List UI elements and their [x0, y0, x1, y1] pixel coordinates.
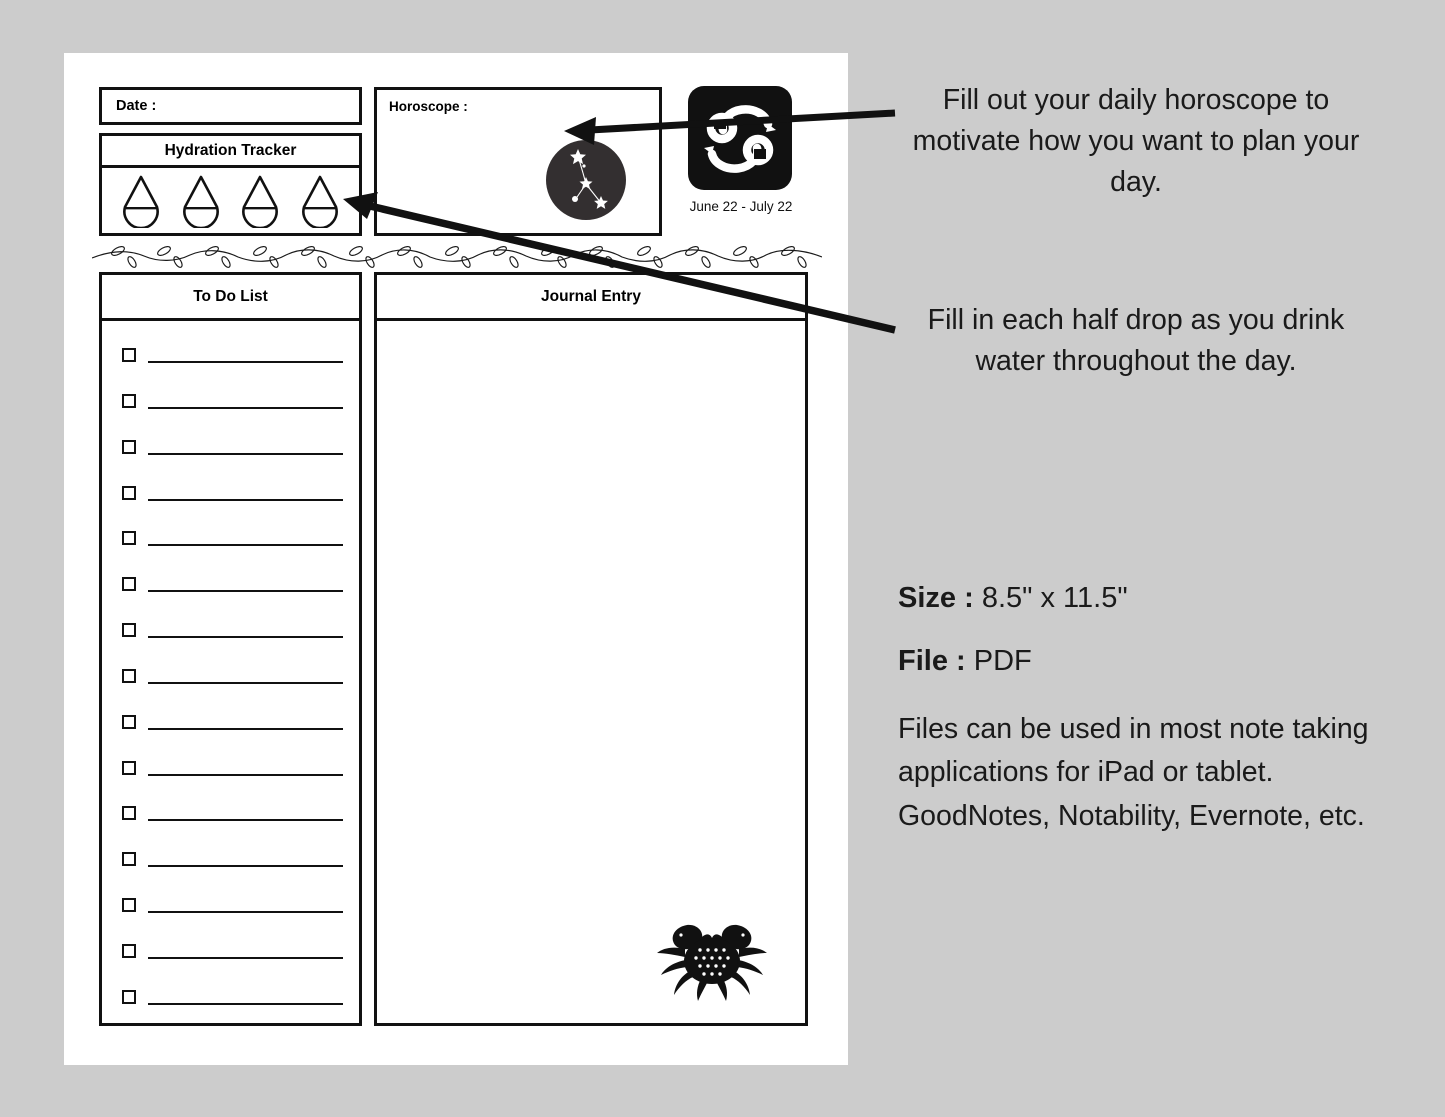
todo-write-line[interactable] — [148, 865, 343, 868]
todo-write-line[interactable] — [148, 819, 343, 822]
todo-list-item[interactable] — [122, 893, 343, 917]
todo-checkbox[interactable] — [122, 668, 136, 683]
product-specs-block: Size : 8.5" x 11.5" File : PDF Files can… — [898, 582, 1398, 838]
leafy-vine-divider-icon — [92, 246, 822, 268]
hydration-tracker-box: Hydration Tracker — [99, 133, 362, 236]
todo-checkbox[interactable] — [122, 485, 136, 500]
todo-list-item[interactable] — [122, 664, 343, 688]
todo-write-line[interactable] — [148, 498, 343, 501]
todo-checkbox[interactable] — [122, 393, 136, 408]
todo-checkbox[interactable] — [122, 760, 136, 775]
todo-write-line[interactable] — [148, 361, 343, 363]
journal-entry-title: Journal Entry — [377, 275, 805, 321]
todo-write-line[interactable] — [148, 452, 343, 455]
cancer-zodiac-glyph-icon — [688, 86, 792, 190]
todo-checkbox[interactable] — [122, 348, 136, 362]
todo-write-line[interactable] — [148, 911, 343, 914]
todo-write-line[interactable] — [148, 681, 343, 684]
todo-checkbox[interactable] — [122, 531, 136, 546]
todo-write-line[interactable] — [148, 727, 343, 730]
horoscope-box[interactable]: Horoscope : — [374, 87, 662, 236]
todo-list-item[interactable] — [122, 756, 343, 780]
hydration-drop-row — [102, 168, 359, 233]
hydration-annotation-text: Fill in each half drop as you drink wate… — [927, 304, 1345, 377]
spec-description: Files can be used in most note taking ap… — [898, 713, 1369, 832]
size-value: 8.5" x 11.5" — [981, 582, 1128, 614]
todo-checkbox[interactable] — [122, 989, 136, 1004]
todo-list-item[interactable] — [122, 710, 343, 734]
todo-checkbox[interactable] — [122, 439, 136, 454]
water-drop-icon-3[interactable] — [239, 174, 281, 228]
horoscope-label: Horoscope : — [389, 99, 468, 114]
todo-list-item[interactable] — [122, 618, 343, 642]
todo-write-line[interactable] — [148, 544, 343, 547]
zodiac-date-range: June 22 - July 22 — [689, 199, 793, 214]
water-drop-icon-1[interactable] — [120, 174, 162, 228]
size-label: Size : — [898, 582, 974, 614]
todo-list-item[interactable] — [122, 801, 343, 825]
todo-list-item[interactable] — [122, 389, 343, 413]
hydration-tracker-title: Hydration Tracker — [102, 136, 359, 168]
journal-entry-box[interactable]: Journal Entry — [374, 272, 808, 1026]
cancer-constellation-icon — [546, 140, 626, 220]
todo-checkbox[interactable] — [122, 623, 136, 638]
todo-list-title: To Do List — [102, 275, 359, 321]
todo-write-line[interactable] — [148, 773, 343, 776]
todo-checkbox[interactable] — [122, 943, 136, 958]
size-spec-line: Size : 8.5" x 11.5" — [898, 582, 1398, 615]
file-label: File : — [898, 645, 966, 677]
horoscope-annotation-text: Fill out your daily horoscope to motivat… — [912, 84, 1360, 198]
todo-checkbox[interactable] — [122, 714, 136, 729]
todo-list-box: To Do List — [99, 272, 362, 1026]
todo-list-item[interactable] — [122, 572, 343, 596]
date-label: Date : — [116, 98, 157, 114]
todo-write-line[interactable] — [148, 956, 343, 959]
water-drop-icon-4[interactable] — [299, 174, 341, 228]
todo-list-item[interactable] — [122, 847, 343, 871]
todo-list-item[interactable] — [122, 985, 343, 1009]
todo-write-line[interactable] — [148, 636, 343, 639]
todo-list-item[interactable] — [122, 526, 343, 550]
crab-silhouette-icon — [657, 924, 767, 1001]
todo-write-line[interactable] — [148, 1002, 343, 1005]
todo-list-item[interactable] — [122, 939, 343, 963]
date-field-box[interactable]: Date : — [99, 87, 362, 125]
todo-write-line[interactable] — [148, 590, 343, 593]
todo-list-item[interactable] — [122, 481, 343, 505]
todo-checkbox[interactable] — [122, 898, 136, 913]
file-value: PDF — [973, 645, 1032, 677]
printable-page-sheet: Date : Hydration Tracker Horoscope: Jun… — [64, 53, 848, 1065]
todo-list-rows — [102, 321, 359, 1023]
todo-list-item[interactable] — [122, 343, 343, 367]
todo-checkbox[interactable] — [122, 852, 136, 867]
todo-list-item[interactable] — [122, 435, 343, 459]
water-drop-icon-2[interactable] — [180, 174, 222, 228]
todo-checkbox[interactable] — [122, 806, 136, 821]
todo-write-line[interactable] — [148, 406, 343, 409]
file-spec-line: File : PDF — [898, 645, 1398, 678]
todo-checkbox[interactable] — [122, 577, 136, 592]
